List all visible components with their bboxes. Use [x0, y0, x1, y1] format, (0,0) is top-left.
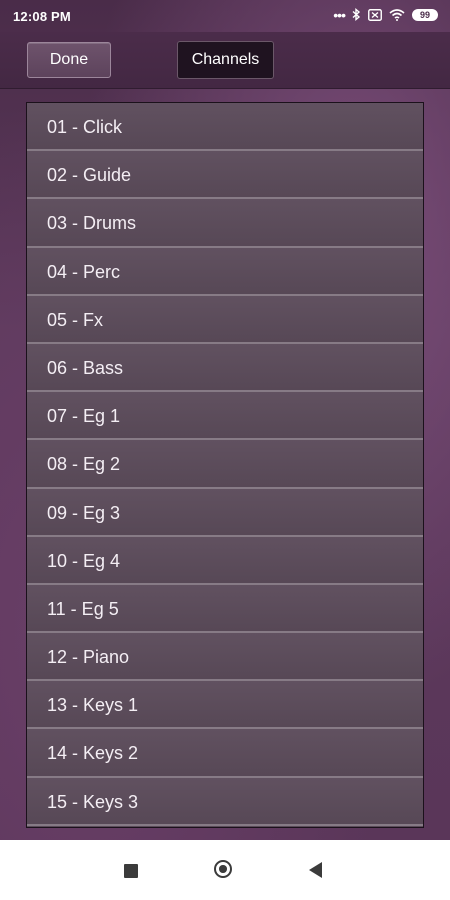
channel-item[interactable]: 01 - Click: [27, 103, 423, 152]
channel-item[interactable]: 13 - Keys 1: [27, 681, 423, 730]
done-button[interactable]: Done: [27, 42, 111, 78]
channel-item[interactable]: 06 - Bass: [27, 343, 423, 393]
channel-item[interactable]: 15 - Keys 3: [27, 777, 423, 826]
channel-item[interactable]: 07 - Eg 1: [27, 392, 423, 441]
status-bar: 12:08 PM ••• 99: [0, 0, 450, 32]
channel-item[interactable]: 04 - Perc: [27, 247, 423, 296]
channel-item[interactable]: 14 - Keys 2: [27, 729, 423, 778]
dots-icon: •••: [333, 6, 346, 23]
app-background: 12:08 PM ••• 99 Done Channels 01 - Click…: [0, 0, 450, 840]
sim-icon: [368, 8, 382, 21]
home-icon[interactable]: [214, 860, 232, 878]
bluetooth-icon: [352, 8, 361, 21]
back-icon[interactable]: [309, 862, 322, 878]
recents-icon[interactable]: [124, 864, 138, 878]
system-nav-bar: [0, 840, 450, 900]
battery-icon: 99: [412, 8, 438, 21]
channel-item[interactable]: 12 - Piano: [27, 633, 423, 682]
status-time: 12:08 PM: [13, 9, 71, 24]
channel-item[interactable]: 11 - Eg 5: [27, 584, 423, 634]
channel-item[interactable]: 10 - Eg 4: [27, 536, 423, 585]
wifi-icon: [389, 8, 405, 21]
top-toolbar: Done Channels: [0, 32, 450, 89]
channel-item[interactable]: 08 - Eg 2: [27, 440, 423, 489]
status-icons: ••• 99: [333, 6, 438, 23]
channels-button[interactable]: Channels: [177, 41, 274, 79]
home-icon-dot: [219, 865, 227, 873]
channel-item[interactable]: 09 - Eg 3: [27, 488, 423, 537]
channel-item[interactable]: 03 - Drums: [27, 199, 423, 248]
channel-item[interactable]: 05 - Fx: [27, 295, 423, 344]
channel-item[interactable]: 02 - Guide: [27, 151, 423, 200]
channel-list[interactable]: 01 - Click 02 - Guide 03 - Drums 04 - Pe…: [26, 102, 424, 828]
